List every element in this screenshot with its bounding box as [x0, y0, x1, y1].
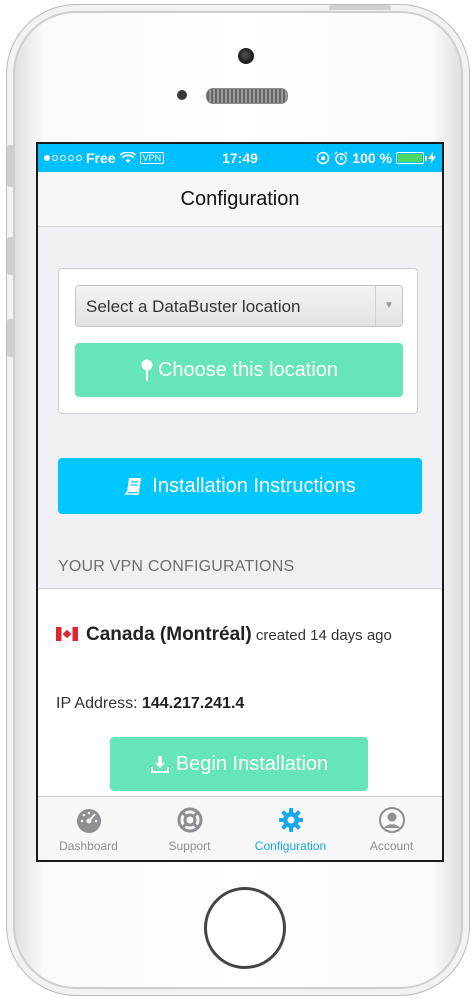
- begin-installation-label: Begin Installation: [175, 752, 329, 775]
- ip-address-label: IP Address:: [56, 695, 138, 712]
- configuration-created: created 14 days ago: [255, 627, 392, 644]
- ip-address-row: IP Address: 144.217.241.4: [56, 695, 244, 713]
- map-pin-icon: [141, 359, 153, 381]
- begin-installation-button[interactable]: Begin Installation: [110, 737, 368, 791]
- tab-support-label: Support: [168, 839, 211, 853]
- download-icon: [150, 756, 169, 773]
- mute-switch: [7, 145, 13, 187]
- installation-instructions-label: Installation Instructions: [152, 474, 356, 497]
- speedometer-icon: [76, 809, 101, 833]
- configuration-country: Canada (Montréal): [86, 624, 252, 645]
- battery-percentage: 100 %: [352, 150, 392, 166]
- alarm-icon: [334, 151, 348, 165]
- book-icon: [125, 478, 142, 495]
- ip-address-value: 144.217.241.4: [141, 695, 245, 712]
- installation-instructions-button[interactable]: Installation Instructions: [58, 458, 422, 514]
- lifebuoy-icon: [177, 807, 202, 833]
- volume-down-button: [7, 319, 13, 357]
- canada-flag-icon: [56, 627, 78, 641]
- configuration-title: Canada (Montréal) created 14 days ago: [56, 621, 426, 650]
- power-button: [329, 5, 391, 10]
- orientation-lock-icon: [317, 151, 330, 165]
- proximity-sensor: [177, 90, 187, 100]
- tab-support[interactable]: Support: [139, 797, 240, 860]
- tab-dashboard[interactable]: Dashboard: [38, 797, 139, 860]
- tab-configuration[interactable]: Configuration: [240, 797, 341, 860]
- tab-account[interactable]: Account: [341, 797, 442, 860]
- tab-bar: Dashboard Support Configuration Account: [38, 796, 442, 860]
- home-button[interactable]: [204, 887, 286, 969]
- location-select[interactable]: Select a DataBuster location ▼: [75, 285, 403, 327]
- choose-location-button[interactable]: Choose this location: [75, 343, 403, 397]
- app-screen: Free VPN 17:49 100 % Configuration Selec…: [36, 142, 444, 862]
- front-camera: [238, 48, 254, 64]
- volume-up-button: [7, 237, 13, 275]
- tab-account-label: Account: [369, 839, 414, 853]
- location-card: Select a DataBuster location ▼ Choose th…: [58, 268, 418, 414]
- location-select-placeholder: Select a DataBuster location: [86, 297, 301, 316]
- choose-location-label: Choose this location: [157, 358, 339, 381]
- chevron-down-icon: ▼: [375, 286, 402, 326]
- page-title: Configuration: [180, 188, 300, 210]
- navigation-bar: Configuration: [38, 172, 442, 227]
- battery-icon: [396, 152, 427, 164]
- section-header: YOUR VPN CONFIGURATIONS: [58, 558, 295, 575]
- status-bar: Free VPN 17:49 100 %: [38, 144, 442, 172]
- user-circle-icon: [378, 807, 405, 833]
- gear-icon: [278, 808, 303, 832]
- charging-bolt-icon: [428, 152, 436, 164]
- tab-configuration-label: Configuration: [254, 839, 327, 853]
- earpiece-speaker: [206, 88, 288, 104]
- tab-dashboard-label: Dashboard: [59, 839, 118, 853]
